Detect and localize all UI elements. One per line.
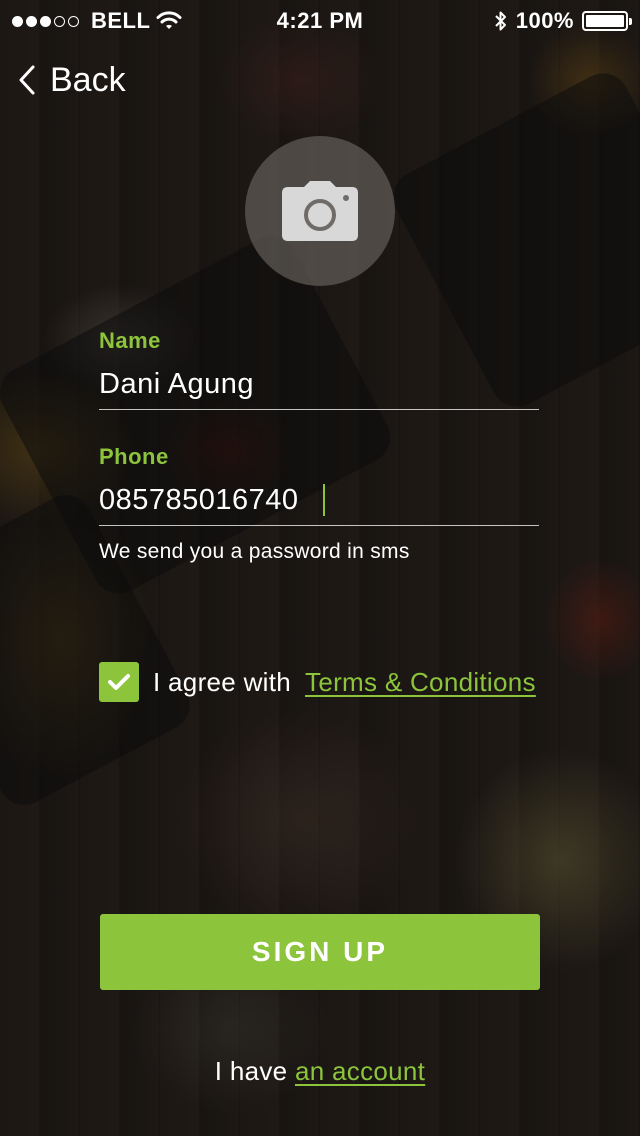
name-field[interactable]: Name Dani Agung (99, 328, 539, 410)
login-prompt-prefix: I have (214, 1056, 288, 1086)
checkmark-icon (108, 674, 130, 690)
name-label: Name (99, 328, 161, 353)
sign-up-button[interactable]: SIGN UP (100, 914, 540, 990)
chevron-left-icon (19, 65, 35, 95)
name-underline (99, 409, 539, 410)
login-link[interactable]: an account (295, 1056, 425, 1086)
terms-prefix: I agree with (153, 666, 292, 697)
back-button[interactable]: Back (18, 56, 126, 104)
phone-value: 085785016740 (99, 483, 299, 516)
terms-row: I agree with Terms & Conditions (99, 662, 536, 702)
sms-hint: We send you a password in sms (99, 540, 410, 563)
back-label: Back (50, 60, 126, 99)
name-input[interactable]: Dani Agung (99, 364, 539, 404)
terms-checkbox[interactable] (99, 662, 139, 702)
battery-icon (582, 11, 632, 31)
battery-percent: 100% (515, 8, 574, 33)
profile-photo-button[interactable] (245, 136, 395, 286)
phone-underline (99, 525, 539, 526)
phone-label: Phone (99, 444, 169, 469)
status-bar: BELL 4:21 PM 100% (0, 0, 640, 40)
text-cursor (322, 484, 325, 516)
terms-link[interactable]: Terms & Conditions (305, 667, 536, 698)
login-prompt: I have an account (0, 1056, 640, 1087)
phone-field[interactable]: Phone 085785016740 (99, 444, 539, 526)
bluetooth-icon (495, 11, 506, 31)
phone-input[interactable]: 085785016740 (99, 480, 539, 520)
battery-level (586, 15, 624, 27)
camera-icon (282, 181, 358, 241)
